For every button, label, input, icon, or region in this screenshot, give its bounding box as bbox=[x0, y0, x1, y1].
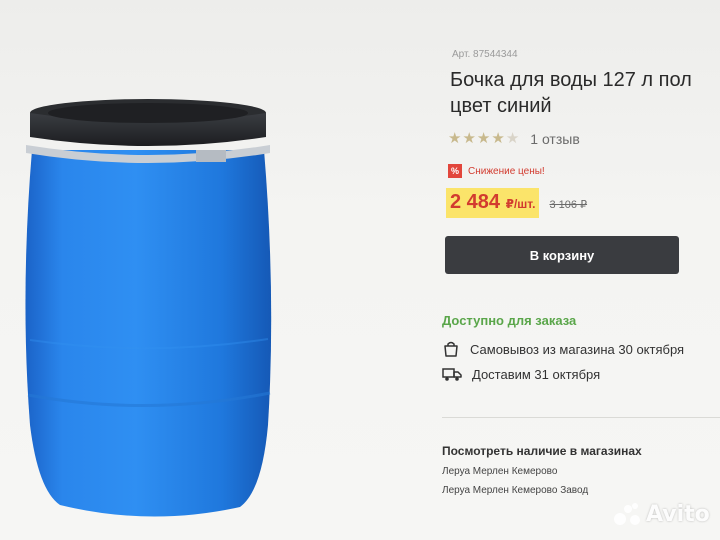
reviews-link[interactable]: 1 отзыв bbox=[530, 131, 580, 147]
star-icon: ★ bbox=[476, 130, 491, 147]
star-icon: ★ bbox=[462, 130, 476, 147]
watermark-text: Avito bbox=[646, 502, 710, 527]
title-line-1: Бочка для воды 127 л пол bbox=[450, 69, 692, 91]
avito-watermark: Avito bbox=[614, 502, 710, 527]
price-row: 2 484 ₽/шт. 3 106 ₽ bbox=[446, 188, 587, 218]
stores-title[interactable]: Посмотреть наличие в магазинах bbox=[442, 444, 642, 458]
current-price: 2 484 ₽/шт. bbox=[446, 188, 540, 218]
pickup-text: Самовывоз из магазина 30 октября bbox=[470, 341, 685, 357]
delivery-text: Доставим 31 октября bbox=[472, 366, 601, 382]
delivery-row: Доставим 31 октября bbox=[442, 366, 600, 382]
product-title: Бочка для воды 127 л пол цвет синий bbox=[450, 67, 720, 119]
title-line-2: цвет синий bbox=[450, 95, 552, 117]
price-unit: ₽/шт. bbox=[505, 197, 536, 211]
product-page: Арт. 87544344 Бочка для воды 127 л пол ц… bbox=[0, 0, 720, 540]
price-drop-label: % Снижение цены! bbox=[448, 164, 545, 178]
old-price: 3 106 ₽ bbox=[549, 199, 588, 211]
star-icon: ★ bbox=[448, 130, 462, 147]
price-value: 2 484 bbox=[450, 191, 501, 213]
product-info: Арт. 87544344 Бочка для воды 127 л пол ц… bbox=[442, 0, 720, 540]
avito-logo-icon bbox=[614, 502, 642, 527]
divider bbox=[442, 417, 720, 418]
product-image[interactable] bbox=[20, 95, 280, 520]
percent-icon: % bbox=[448, 164, 462, 178]
pickup-row: Самовывоз из магазина 30 октября bbox=[442, 340, 684, 358]
store-link[interactable]: Леруа Мерлен Кемерово bbox=[442, 466, 557, 477]
promo-text: Снижение цены! bbox=[468, 165, 545, 177]
star-icon: ★ bbox=[491, 130, 505, 147]
availability-status: Доступно для заказа bbox=[442, 313, 577, 328]
store-link[interactable]: Леруа Мерлен Кемерово Завод bbox=[442, 485, 588, 496]
article-number: Арт. 87544344 bbox=[452, 49, 518, 60]
bag-icon bbox=[444, 341, 458, 357]
truck-icon bbox=[442, 368, 462, 381]
rating[interactable]: ★ ★ ★ ★ ★ 1 отзыв bbox=[448, 130, 580, 148]
star-icon: ★ bbox=[505, 130, 520, 147]
add-to-cart-button[interactable]: В корзину bbox=[445, 236, 679, 274]
star-rating: ★ ★ ★ ★ ★ bbox=[448, 130, 520, 148]
